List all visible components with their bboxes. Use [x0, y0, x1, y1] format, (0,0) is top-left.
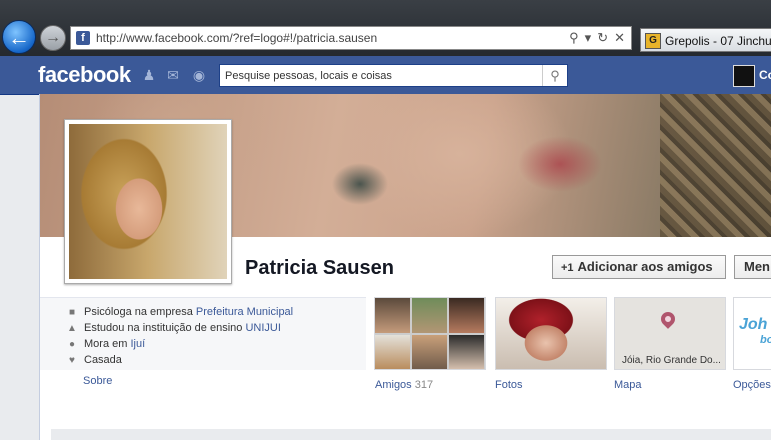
search-input[interactable] — [220, 65, 545, 86]
friends-tile[interactable] — [374, 297, 486, 370]
info-work: ■ Psicóloga na empresa Prefeitura Municip… — [66, 306, 293, 322]
photos-label[interactable]: Fotos — [495, 379, 523, 391]
friend-thumb[interactable] — [412, 335, 447, 369]
info-education: ▲ Estudou na instituição de ensino UNIJUI — [67, 322, 281, 334]
address-bar[interactable]: f http://www.facebook.com/?ref=logo#!/pa… — [70, 26, 632, 50]
options-partial-text: Joh — [739, 316, 768, 333]
browser-tab[interactable]: G Grepolis - 07 Jinchu — [640, 28, 771, 52]
info-location: ● Mora em Ijuí — [66, 338, 145, 354]
facebook-favicon-icon: f — [76, 31, 90, 45]
briefcase-icon: ■ — [68, 307, 76, 318]
notifications-globe-icon[interactable]: ◉ — [190, 66, 208, 84]
map-tile[interactable]: Jóia, Rio Grande Do... — [614, 297, 726, 370]
refresh-icon[interactable]: ↻ — [597, 30, 608, 45]
stop-icon[interactable]: ✕ — [614, 30, 625, 45]
add-friend-icon: +1 — [561, 262, 574, 274]
cover-blanket-pattern — [660, 94, 771, 237]
friends-label[interactable]: Amigos 317 — [375, 379, 433, 391]
profile-picture-frame[interactable] — [64, 119, 232, 284]
address-bar-actions: ⚲ ▾ ↻ ✕ — [563, 30, 625, 46]
work-link[interactable]: Prefeitura Municipal — [196, 306, 293, 318]
forward-button[interactable]: → — [40, 25, 66, 51]
grepolis-favicon-icon: G — [645, 33, 661, 49]
search-icon[interactable]: ⚲ — [569, 30, 579, 45]
notification-jewels: ♟ ✉ ◉ — [140, 66, 210, 86]
messages-icon[interactable]: ✉ — [164, 66, 182, 84]
facebook-logo[interactable]: facebook — [38, 62, 131, 88]
photos-tile[interactable] — [495, 297, 607, 370]
heart-icon: ♥ — [69, 355, 75, 366]
profile-picture[interactable] — [69, 124, 227, 279]
url-text[interactable]: http://www.facebook.com/?ref=logo#!/patr… — [96, 31, 377, 45]
profile-name[interactable]: Patricia Sausen — [245, 257, 394, 280]
school-icon: ▲ — [67, 323, 77, 334]
friend-requests-icon[interactable]: ♟ — [140, 66, 158, 84]
friend-thumb[interactable] — [375, 298, 410, 333]
user-name-truncated[interactable]: Co — [759, 68, 771, 82]
map-place: Jóia, Rio Grande Do... — [622, 355, 721, 366]
friend-thumb[interactable] — [412, 298, 447, 333]
friends-count: 317 — [414, 379, 434, 391]
facebook-top-bar: facebook ♟ ✉ ◉ ⚲ Co — [0, 56, 771, 95]
user-avatar[interactable] — [733, 65, 755, 87]
options-tile[interactable]: Joh bo — [733, 297, 771, 370]
options-partial-text-2: bo — [760, 334, 771, 346]
education-link[interactable]: UNIJUI — [245, 322, 280, 334]
friend-thumb[interactable] — [375, 335, 410, 369]
friend-thumb[interactable] — [449, 298, 484, 333]
timeline-content: Patricia Sausen +1 Adicionar aos amigos M… — [39, 94, 771, 440]
browser-chrome: ← → f http://www.facebook.com/?ref=logo#… — [0, 0, 771, 56]
profile-info-box: ■ Psicóloga na empresa Prefeitura Municip… — [40, 297, 366, 370]
location-link[interactable]: Ijuí — [130, 338, 145, 350]
add-friend-label: Adicionar aos amigos — [577, 259, 713, 274]
options-label[interactable]: Opções — [733, 379, 771, 391]
about-link[interactable]: Sobre — [83, 375, 112, 387]
back-button[interactable]: ← — [2, 20, 36, 54]
info-relationship: ♥ Casada — [66, 354, 122, 370]
dropdown-icon[interactable]: ▾ — [585, 30, 592, 45]
map-label[interactable]: Mapa — [614, 379, 642, 391]
tab-title: Grepolis - 07 Jinchu — [665, 34, 771, 48]
message-button[interactable]: Men — [734, 255, 771, 279]
next-section-edge — [51, 429, 771, 440]
search-box: ⚲ — [219, 64, 568, 87]
home-icon: ● — [68, 339, 76, 350]
search-button-icon[interactable]: ⚲ — [542, 65, 567, 86]
map-pin-icon — [658, 309, 678, 329]
add-friend-button[interactable]: +1 Adicionar aos amigos — [552, 255, 726, 279]
friend-thumb[interactable] — [449, 335, 484, 369]
